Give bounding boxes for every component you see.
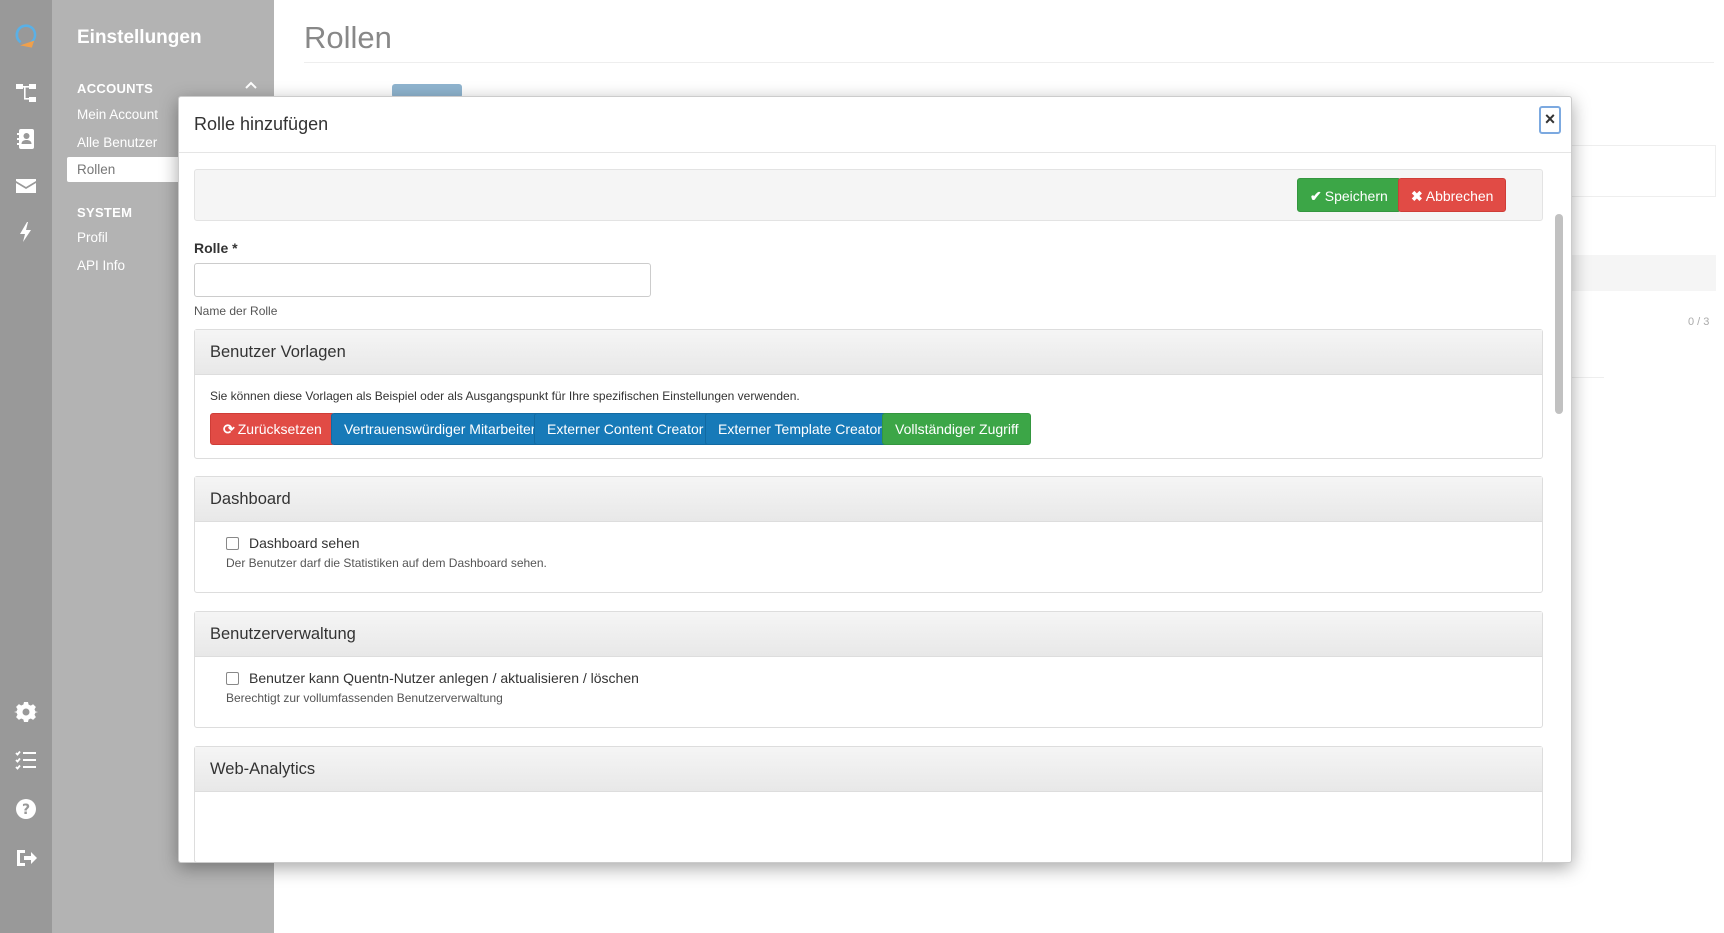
checkbox-label: Dashboard sehen <box>249 535 360 551</box>
gear-icon[interactable] <box>12 698 40 726</box>
icon-rail: ? <box>0 0 52 933</box>
svg-text:?: ? <box>22 802 30 818</box>
role-label: Rolle * <box>194 240 238 256</box>
panel-heading: Benutzerverwaltung <box>195 612 1542 657</box>
sidebar-item-profil[interactable]: Profil <box>77 230 108 245</box>
sidebar-item-api-info[interactable]: API Info <box>77 258 125 273</box>
panel-heading: Dashboard <box>195 477 1542 522</box>
dashboard-panel: Dashboard Dashboard sehen Der Benutzer d… <box>194 476 1543 593</box>
pagination-count: 0 / 3 <box>1688 316 1710 328</box>
template-external-template-creator-button[interactable]: Externer Template Creator <box>705 413 895 445</box>
section-system[interactable]: SYSTEM <box>77 205 132 220</box>
sitemap-icon[interactable] <box>12 79 40 107</box>
sidebar-item-mein-account[interactable]: Mein Account <box>77 107 158 122</box>
contacts-icon[interactable] <box>12 125 40 153</box>
dashboard-permission[interactable]: Dashboard sehen <box>226 535 360 551</box>
close-button[interactable]: × <box>1539 106 1561 134</box>
role-name-input[interactable] <box>194 263 651 297</box>
reset-template-button[interactable]: ⟳ Zurücksetzen <box>210 413 335 445</box>
checkbox-label: Benutzer kann Quentn-Nutzer anlegen / ak… <box>249 670 639 686</box>
save-button[interactable]: ✔ Speichern <box>1297 178 1401 212</box>
help-icon[interactable]: ? <box>12 795 40 823</box>
logout-icon[interactable] <box>12 844 40 872</box>
bolt-icon[interactable] <box>12 218 40 246</box>
panel-heading: Benutzer Vorlagen <box>195 330 1542 375</box>
logo-icon[interactable] <box>12 22 40 50</box>
user-management-help-text: Berechtigt zur vollumfassenden Benutzerv… <box>226 691 503 705</box>
modal-title: Rolle hinzufügen <box>194 114 329 134</box>
panel-heading: Web-Analytics <box>195 747 1542 792</box>
scrollbar[interactable] <box>1555 214 1563 414</box>
user-management-checkbox[interactable] <box>226 671 239 685</box>
modal-body[interactable]: ✔ Speichern ✖ Abbrechen Rolle * Name der R… <box>179 154 1571 862</box>
check-icon: ✔ <box>1310 188 1322 204</box>
template-trusted-employee-button[interactable]: Vertrauenswürdiger Mitarbeiter <box>331 413 549 445</box>
envelope-icon[interactable] <box>12 172 40 200</box>
divider <box>1570 377 1604 378</box>
refresh-icon: ⟳ <box>223 421 235 437</box>
modal-toolbar: ✔ Speichern ✖ Abbrechen <box>194 169 1543 221</box>
sidebar-title: Einstellungen <box>77 27 202 48</box>
chevron-up-icon[interactable] <box>244 80 258 90</box>
dashboard-help-text: Der Benutzer darf die Statistiken auf de… <box>226 556 547 570</box>
web-analytics-panel: Web-Analytics <box>194 746 1543 862</box>
times-icon: ✖ <box>1411 188 1423 204</box>
divider <box>304 62 1714 63</box>
user-management-permission[interactable]: Benutzer kann Quentn-Nutzer anlegen / ak… <box>226 670 639 686</box>
section-accounts[interactable]: ACCOUNTS <box>77 81 153 96</box>
background-table-header <box>1570 255 1716 291</box>
background-panel <box>1570 145 1716 197</box>
dashboard-checkbox[interactable] <box>226 536 239 550</box>
templates-description: Sie können diese Vorlagen als Beispiel o… <box>210 389 800 403</box>
tasks-icon[interactable] <box>12 746 40 774</box>
templates-panel: Benutzer Vorlagen Sie können diese Vorla… <box>194 329 1543 459</box>
sidebar-item-alle-benutzer[interactable]: Alle Benutzer <box>77 135 157 150</box>
add-role-modal: Rolle hinzufügen × ✔ Speichern ✖ Abbrechen… <box>178 96 1572 863</box>
page-title: Rollen <box>304 20 392 55</box>
cancel-button[interactable]: ✖ Abbrechen <box>1398 178 1507 212</box>
template-external-content-creator-button[interactable]: Externer Content Creator <box>534 413 717 445</box>
modal-header: Rolle hinzufügen × <box>179 97 1571 153</box>
template-full-access-button[interactable]: Vollständiger Zugriff <box>882 413 1032 445</box>
role-help-text: Name der Rolle <box>194 304 278 318</box>
user-management-panel: Benutzerverwaltung Benutzer kann Quentn-… <box>194 611 1543 728</box>
